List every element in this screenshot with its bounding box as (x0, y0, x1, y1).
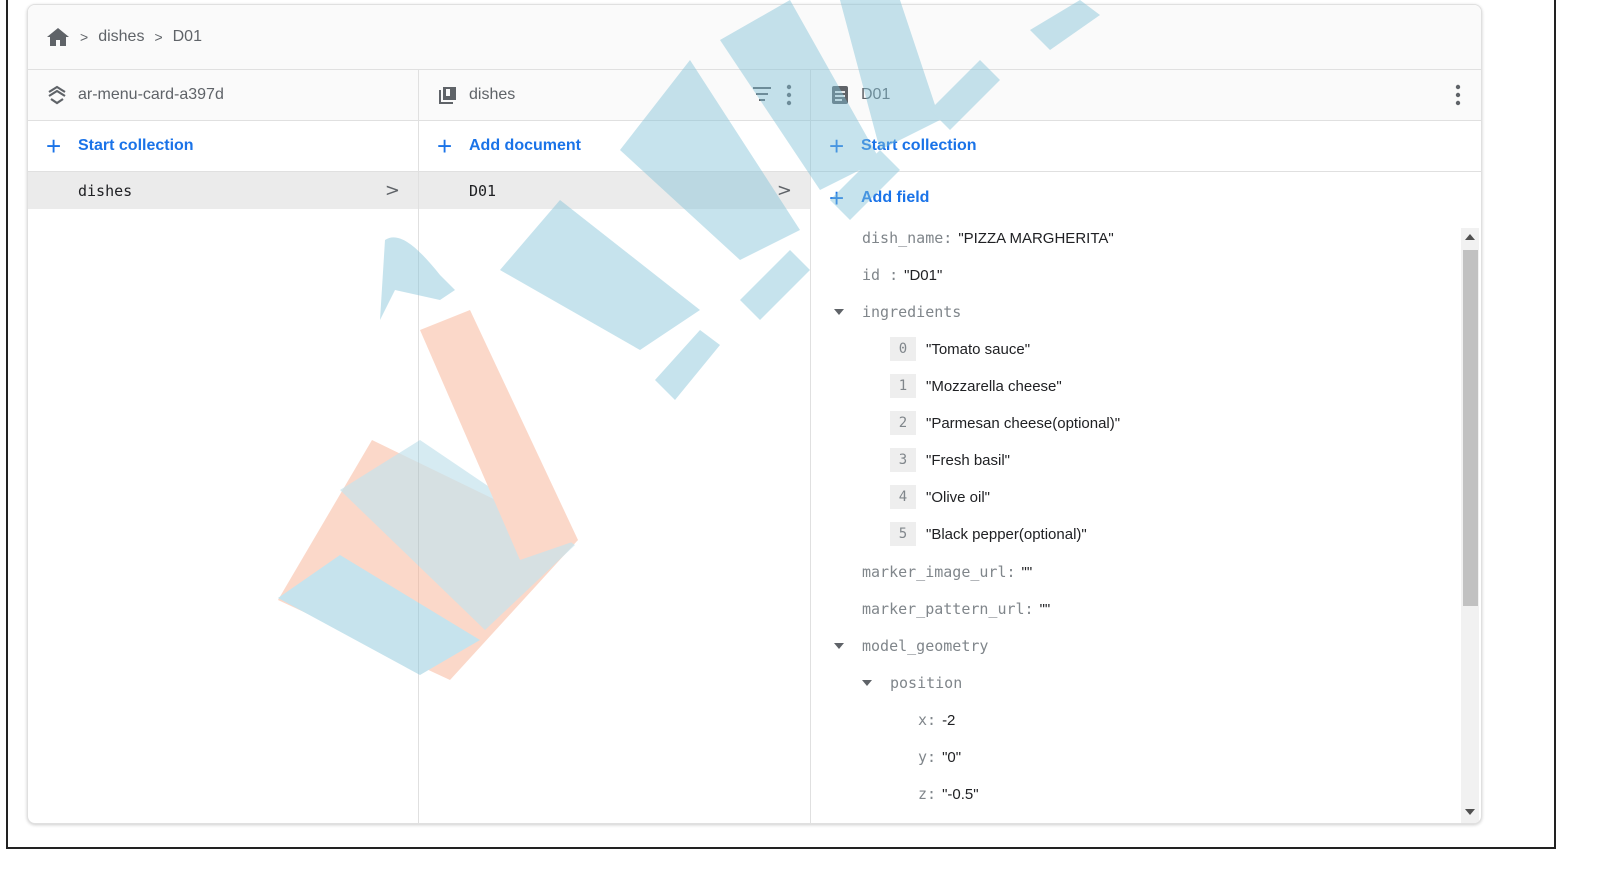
chevron-right-icon: > (384, 180, 400, 201)
field-value: -2 (942, 711, 956, 729)
array-index: 0 (890, 337, 916, 361)
field-x[interactable]: x: -2 (918, 708, 955, 732)
chevron-right-icon: > (776, 180, 792, 201)
field-key: id : (862, 266, 899, 284)
field-key: z: (918, 785, 937, 803)
list-item-label: dishes (78, 181, 133, 200)
array-index: 1 (890, 374, 916, 398)
start-collection-button[interactable]: + Start collection (28, 121, 418, 172)
array-index: 2 (890, 411, 916, 435)
field-value: "" (1039, 600, 1051, 618)
add-field-label: Add field (861, 188, 930, 206)
field-key: marker_pattern_url: (862, 600, 1034, 618)
field-value: "Parmesan cheese(optional)" (926, 414, 1121, 432)
add-icon: + (46, 131, 62, 161)
project-column: ar-menu-card-a397d + Start collection di… (28, 70, 419, 823)
add-icon: + (437, 131, 453, 161)
add-icon: + (829, 182, 845, 213)
field-value: "Olive oil" (926, 488, 990, 506)
field-marker-pattern-url[interactable]: marker_pattern_url: "" (862, 597, 1050, 621)
expand-arrow-icon[interactable] (834, 643, 844, 649)
add-document-button[interactable]: + Add document (419, 121, 810, 172)
scroll-down-arrow-icon[interactable] (1465, 809, 1475, 815)
field-value: "Tomato sauce" (926, 340, 1031, 358)
field-key: y: (918, 748, 937, 766)
field-position[interactable]: position (890, 671, 962, 695)
field-key: position (890, 674, 963, 692)
start-collection-label: Start collection (78, 137, 194, 154)
field-key: dish_name: (862, 229, 953, 247)
document-title: D01 (861, 86, 891, 103)
home-icon[interactable] (46, 26, 70, 48)
field-key: marker_image_url: (862, 563, 1016, 581)
project-title: ar-menu-card-a397d (78, 86, 224, 103)
more-vert-icon[interactable] (786, 84, 792, 111)
field-value: "-0.5" (942, 785, 979, 803)
document-fields: dish_name: "PIZZA MARGHERITA" id : "D01"… (811, 224, 1463, 823)
field-ingredients[interactable]: ingredients (862, 300, 961, 324)
collection-header: dishes (419, 70, 810, 121)
collection-icon (437, 84, 459, 106)
field-value: "0" (942, 748, 962, 766)
add-icon: + (829, 131, 845, 161)
array-item[interactable]: 0 "Tomato sauce" (890, 337, 1030, 361)
list-item-dishes[interactable]: dishes > (28, 172, 418, 209)
chevron-right-icon: > (154, 29, 163, 45)
collection-title: dishes (469, 86, 516, 103)
collection-column: dishes + Add document D01 > (419, 70, 811, 823)
chevron-right-icon: > (80, 29, 89, 45)
field-y[interactable]: y: "0" (918, 745, 961, 769)
start-collection-label: Start collection (861, 137, 977, 154)
field-dish-name[interactable]: dish_name: "PIZZA MARGHERITA" (862, 226, 1114, 250)
add-field-button[interactable]: + Add field (811, 172, 1481, 223)
array-item[interactable]: 5 "Black pepper(optional)" (890, 522, 1087, 546)
breadcrumb: > dishes > D01 (28, 5, 1481, 70)
field-value: "PIZZA MARGHERITA" (958, 229, 1114, 247)
more-vert-icon[interactable] (1455, 84, 1461, 111)
add-document-label: Add document (469, 137, 581, 154)
array-item[interactable]: 4 "Olive oil" (890, 485, 990, 509)
firestore-layers-icon (46, 84, 68, 106)
vertical-scrollbar[interactable] (1461, 228, 1479, 823)
array-item[interactable]: 2 "Parmesan cheese(optional)" (890, 411, 1120, 435)
list-item-label: D01 (469, 181, 497, 200)
field-value: "Black pepper(optional)" (926, 525, 1087, 543)
array-item[interactable]: 3 "Fresh basil" (890, 448, 1010, 472)
filter-icon[interactable] (752, 84, 772, 109)
breadcrumb-item-dishes[interactable]: dishes (98, 28, 144, 46)
document-column: D01 + Start collection + Add field dish_… (811, 70, 1481, 823)
field-key: ingredients (862, 303, 962, 321)
firestore-data-panel: > dishes > D01 ar-menu-card-a397d + Star… (27, 4, 1482, 824)
breadcrumb-item-d01[interactable]: D01 (173, 28, 202, 46)
scroll-up-arrow-icon[interactable] (1465, 234, 1475, 240)
list-item-d01[interactable]: D01 > (419, 172, 810, 209)
field-key: x: (918, 711, 937, 729)
expand-arrow-icon[interactable] (834, 309, 844, 315)
field-value: "Fresh basil" (926, 451, 1011, 469)
scrollbar-thumb[interactable] (1463, 250, 1478, 606)
project-header: ar-menu-card-a397d (28, 70, 418, 121)
field-z[interactable]: z: "-0.5" (918, 782, 979, 806)
start-collection-button-doc[interactable]: + Start collection (811, 121, 1481, 172)
field-model-geometry[interactable]: model_geometry (862, 634, 988, 658)
field-key: model_geometry (862, 637, 989, 655)
field-marker-image-url[interactable]: marker_image_url: "" (862, 560, 1032, 584)
field-value: "" (1021, 563, 1033, 581)
array-index: 3 (890, 448, 916, 472)
document-icon (829, 84, 851, 106)
array-item[interactable]: 1 "Mozzarella cheese" (890, 374, 1062, 398)
field-value: "Mozzarella cheese" (926, 377, 1062, 395)
expand-arrow-icon[interactable] (862, 680, 872, 686)
array-index: 4 (890, 485, 916, 509)
field-id[interactable]: id : "D01" (862, 263, 942, 287)
field-value: "D01" (904, 266, 943, 284)
document-header: D01 (811, 70, 1481, 121)
array-index: 5 (890, 522, 916, 546)
